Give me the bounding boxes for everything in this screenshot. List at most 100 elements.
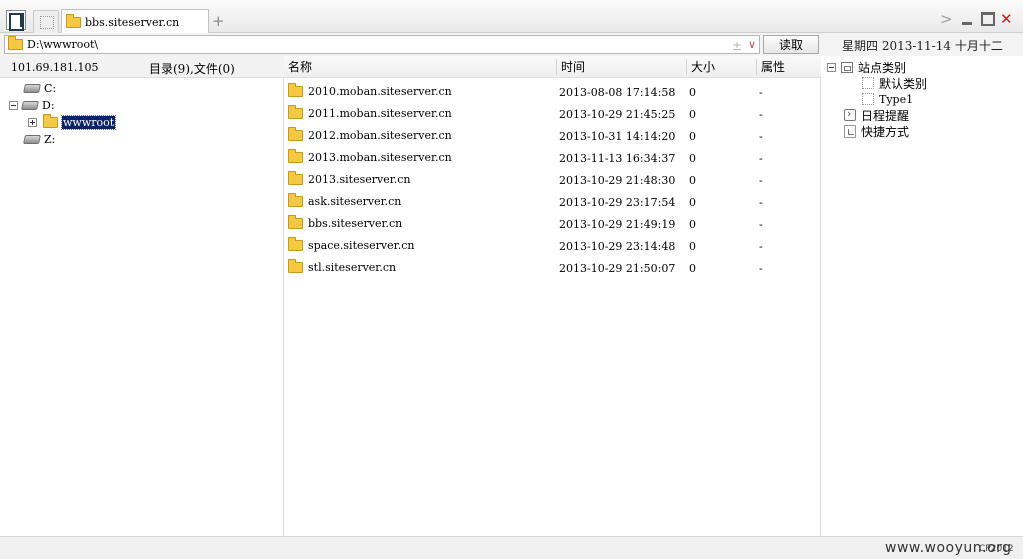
chevron-down-icon[interactable]: ∨ (748, 38, 756, 51)
folder-icon (288, 83, 303, 97)
chevron-right-icon[interactable]: > (940, 10, 953, 28)
tree-label: Z: (44, 132, 56, 146)
file-attr: - (759, 86, 763, 99)
tree-item-d[interactable]: D: (9, 97, 55, 113)
file-attr: - (759, 130, 763, 143)
file-name: bbs.siteserver.cn (308, 217, 403, 230)
tree-label: 日程提醒 (861, 108, 910, 123)
table-row[interactable]: bbs.siteserver.cn 2013-10-29 21:49:19 0 … (284, 213, 821, 235)
plus-icon[interactable]: ± (732, 39, 742, 53)
tree-item-type1[interactable]: Type1 (862, 91, 913, 107)
tree-label: D: (42, 98, 55, 112)
folder-icon (288, 105, 303, 119)
minimize-button[interactable] (961, 11, 973, 27)
path-input[interactable]: D:\wwwroot\ ± ∨ (4, 35, 760, 54)
path-text: D:\wwwroot\ (27, 38, 99, 51)
table-row[interactable]: 2010.moban.siteserver.cn 2013-08-08 17:1… (284, 81, 821, 103)
file-size: 0 (689, 218, 696, 231)
address-row: D:\wwwroot\ ± ∨ 读取 星期四 2013-11-14 十月十二 (0, 33, 1023, 56)
folder-icon (288, 171, 303, 185)
file-name: 2011.moban.siteserver.cn (308, 107, 452, 120)
table-row[interactable]: 2013.moban.siteserver.cn 2013-11-13 16:3… (284, 147, 821, 169)
file-time: 2013-08-08 17:14:58 (559, 86, 676, 99)
tree-item-schedule[interactable]: 日程提醒 (844, 107, 909, 123)
file-size: 0 (689, 130, 696, 143)
tree-label: wwwroot (60, 114, 117, 130)
folder-icon (288, 259, 303, 273)
column-attr[interactable]: 属性 (756, 59, 821, 75)
file-name: 2013.moban.siteserver.cn (308, 151, 452, 164)
collapse-icon[interactable] (827, 62, 836, 72)
folder-icon (43, 113, 58, 128)
status-bar: CP2012 www.wooyun.org (0, 536, 1023, 559)
file-time: 2013-10-29 21:49:19 (559, 218, 676, 231)
drive-icon (23, 83, 41, 93)
file-list-panel: 名称 时间 大小 属性 2010.moban.siteserver.cn 201… (284, 56, 821, 536)
column-size[interactable]: 大小 (686, 59, 756, 75)
folder-icon (288, 215, 303, 229)
file-size: 0 (689, 174, 696, 187)
tree-item-default-category[interactable]: 默认类别 (862, 75, 927, 91)
file-name: 2012.moban.siteserver.cn (308, 129, 452, 142)
category-icon (841, 61, 853, 73)
tree-item-shortcuts[interactable]: 快捷方式 (844, 123, 909, 139)
tab-title: bbs.siteserver.cn (85, 15, 180, 29)
close-button[interactable]: ✕ (1000, 10, 1013, 28)
file-size: 0 (689, 86, 696, 99)
drive-tree-panel: 101.69.181.105 目录(9),文件(0) C: D: wwwroot… (0, 56, 284, 536)
tree-item-site-category[interactable]: 站点类别 (827, 59, 906, 75)
file-size: 0 (689, 262, 696, 275)
folder-icon (288, 127, 303, 141)
drive-icon (21, 100, 39, 110)
file-time: 2013-10-29 23:17:54 (559, 196, 676, 209)
blank-tab[interactable] (33, 10, 59, 33)
read-button[interactable]: 读取 (763, 35, 819, 54)
file-time: 2013-10-31 14:14:20 (559, 130, 676, 143)
tree-item-wwwroot[interactable]: wwwroot (28, 113, 117, 130)
file-size: 0 (689, 240, 696, 253)
tree-item-z[interactable]: Z: (23, 131, 56, 147)
table-row[interactable]: ask.siteserver.cn 2013-10-29 23:17:54 0 … (284, 191, 821, 213)
tree-label: Type1 (879, 92, 914, 106)
panel-toggle-icon[interactable] (6, 10, 26, 31)
server-ip: 101.69.181.105 (11, 61, 99, 74)
file-attr: - (759, 174, 763, 187)
tree-label: 默认类别 (879, 76, 928, 91)
folder-icon (288, 149, 303, 163)
file-attr: - (759, 240, 763, 253)
tab-active[interactable]: bbs.siteserver.cn (61, 9, 209, 34)
item-counts: 目录(9),文件(0) (149, 62, 235, 76)
column-time[interactable]: 时间 (556, 59, 686, 75)
tree-item-c[interactable]: C: (23, 80, 57, 96)
file-attr: - (759, 262, 763, 275)
tree-label: C: (44, 81, 57, 95)
file-size: 0 (689, 152, 696, 165)
file-time: 2013-10-29 21:45:25 (559, 108, 676, 121)
expand-icon[interactable] (28, 117, 37, 127)
file-time: 2013-11-13 16:34:37 (559, 152, 676, 165)
folder-icon (66, 13, 81, 28)
shortcut-icon (844, 124, 856, 138)
tree-label: 站点类别 (858, 60, 907, 75)
column-name[interactable]: 名称 (284, 59, 556, 75)
table-row[interactable]: 2013.siteserver.cn 2013-10-29 21:48:30 0… (284, 169, 821, 191)
table-row[interactable]: space.siteserver.cn 2013-10-29 23:14:48 … (284, 235, 821, 257)
category-item-icon (862, 93, 874, 105)
collapse-icon[interactable] (9, 100, 18, 110)
file-time: 2013-10-29 21:50:07 (559, 262, 676, 275)
table-row[interactable]: 2012.moban.siteserver.cn 2013-10-31 14:1… (284, 125, 821, 147)
file-name: 2013.siteserver.cn (308, 173, 411, 186)
reminder-icon (844, 107, 856, 121)
date-display: 星期四 2013-11-14 十月十二 (842, 39, 1003, 53)
list-header: 名称 时间 大小 属性 (284, 56, 821, 78)
category-item-icon (862, 77, 874, 89)
folder-icon (288, 237, 303, 251)
maximize-button[interactable] (981, 11, 995, 27)
new-tab-button[interactable]: + (212, 12, 225, 30)
file-attr: - (759, 152, 763, 165)
file-size: 0 (689, 196, 696, 209)
folder-icon (8, 36, 23, 50)
table-row[interactable]: stl.siteserver.cn 2013-10-29 21:50:07 0 … (284, 257, 821, 279)
folder-icon (288, 193, 303, 207)
table-row[interactable]: 2011.moban.siteserver.cn 2013-10-29 21:4… (284, 103, 821, 125)
